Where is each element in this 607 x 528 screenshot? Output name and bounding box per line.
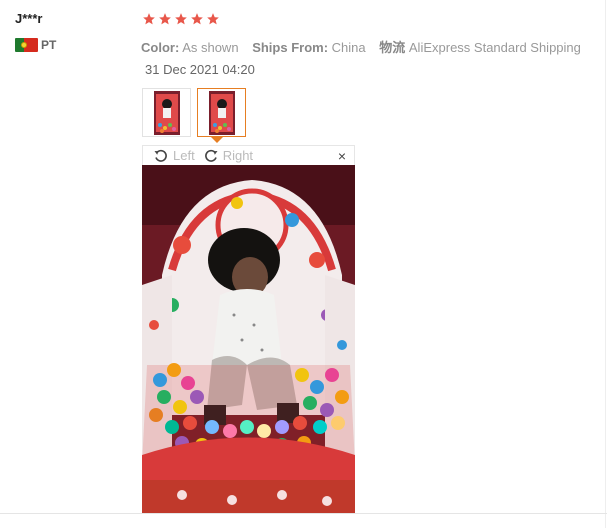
review-photo-viewer bbox=[142, 165, 355, 513]
ships-from-info: Ships From: China bbox=[252, 40, 369, 55]
ships-from-label: Ships From: bbox=[252, 40, 329, 55]
portugal-flag-icon bbox=[15, 38, 38, 52]
close-viewer-button[interactable]: × bbox=[338, 148, 346, 164]
star-icon bbox=[207, 13, 219, 25]
logistics-value: AliExpress Standard Shipping bbox=[408, 40, 581, 55]
rotate-left-label: Left bbox=[173, 148, 195, 163]
color-info: Color: As shown bbox=[141, 40, 242, 55]
review-photo bbox=[142, 165, 355, 513]
thumbnail-photo bbox=[208, 90, 235, 135]
rotate-right-button[interactable]: Right bbox=[203, 148, 253, 164]
review-thumbnails bbox=[142, 88, 246, 137]
country-code: PT bbox=[41, 38, 57, 52]
reviewer-country: PT bbox=[15, 38, 56, 52]
order-info: Color: As shown Ships From: China 物流 Ali… bbox=[141, 37, 591, 56]
rotate-right-icon bbox=[204, 149, 218, 162]
rotate-right-label: Right bbox=[222, 148, 254, 163]
logistics-label: 物流 bbox=[379, 40, 406, 55]
review-date: 31 Dec 2021 04:20 bbox=[145, 62, 255, 77]
image-viewer-toolbar: Left Right × bbox=[142, 145, 355, 165]
active-thumbnail-caret bbox=[211, 137, 223, 143]
rotate-left-button[interactable]: Left bbox=[153, 148, 195, 164]
thumbnail-photo bbox=[153, 90, 180, 135]
star-icon bbox=[175, 13, 187, 25]
color-label: Color: bbox=[141, 40, 180, 55]
rotate-left-icon bbox=[154, 149, 167, 162]
review-thumbnail[interactable] bbox=[142, 88, 191, 137]
review-thumbnail-active[interactable] bbox=[197, 88, 246, 137]
color-value: As shown bbox=[182, 40, 239, 55]
star-icon bbox=[159, 13, 171, 25]
star-rating bbox=[142, 12, 220, 26]
ships-from-value: China bbox=[331, 40, 366, 55]
star-icon bbox=[143, 13, 155, 25]
reviewer-name: J***r bbox=[15, 11, 43, 26]
right-divider bbox=[605, 0, 606, 528]
logistics-info: 物流 AliExpress Standard Shipping bbox=[379, 40, 581, 55]
star-icon bbox=[191, 13, 203, 25]
bottom-divider bbox=[0, 513, 607, 514]
